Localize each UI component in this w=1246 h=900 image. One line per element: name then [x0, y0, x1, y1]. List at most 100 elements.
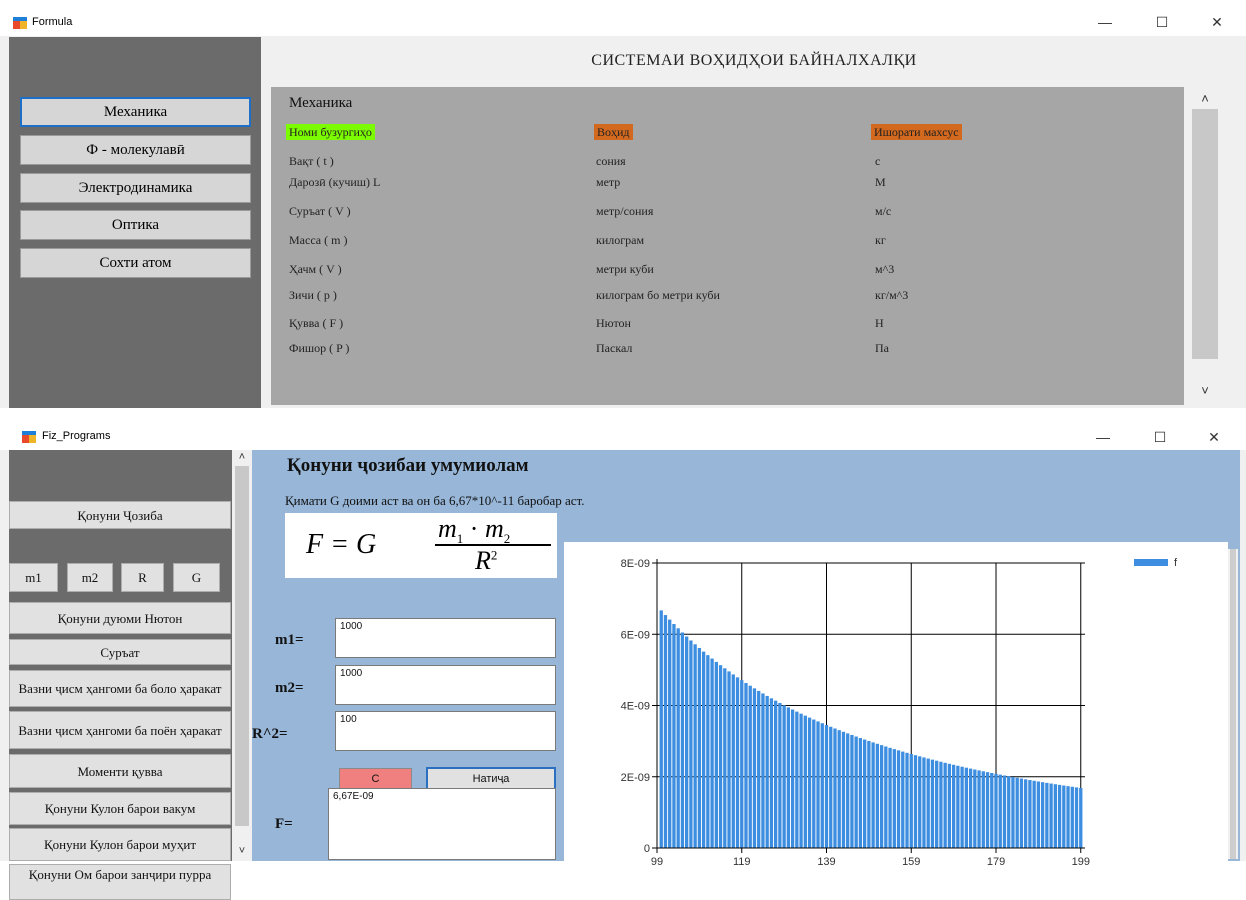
unit-symbol: кг/м^3	[875, 288, 909, 302]
nav-optics-button[interactable]: Оптика	[20, 210, 251, 240]
gravitation-formula: F = G m1 · m2 R2	[285, 513, 557, 578]
m2-input[interactable]: 1000	[335, 665, 556, 705]
bar	[939, 761, 943, 848]
minimize-button[interactable]: —	[1084, 10, 1126, 38]
window-title: Fiz_Programs	[42, 430, 111, 442]
weight-up-button[interactable]: Вазни ҷисм ҳангоми ба боло ҳаракат	[9, 670, 231, 707]
maximize-button[interactable]: ☐	[1141, 10, 1183, 38]
nav-electrodynamics-button[interactable]: Электродинамика	[20, 173, 251, 203]
bar	[841, 731, 846, 848]
bar	[727, 671, 731, 848]
r2-input[interactable]: 100	[335, 711, 556, 751]
bar	[981, 771, 985, 848]
bar	[685, 636, 689, 848]
bar	[740, 680, 744, 848]
bar	[905, 752, 909, 848]
bar	[752, 688, 757, 848]
bar	[837, 730, 841, 848]
app-icon	[22, 431, 36, 443]
r-button[interactable]: R	[121, 563, 164, 592]
bar	[710, 658, 714, 848]
coulomb-vacuum-button[interactable]: Қонуни Кулон барои вакум	[9, 792, 231, 825]
m2-button[interactable]: m2	[67, 563, 113, 592]
scroll-down-icon[interactable]: ˅	[232, 845, 252, 857]
bar	[1079, 787, 1083, 848]
app-icon	[13, 17, 27, 29]
scroll-thumb[interactable]	[1192, 109, 1218, 359]
bar	[922, 757, 926, 848]
gravitation-law-button[interactable]: Қонуни Ҷозиба	[9, 501, 231, 529]
x-tick-label: 119	[733, 856, 751, 868]
bar	[1032, 780, 1036, 848]
bar	[918, 756, 922, 848]
bar	[824, 725, 829, 848]
scroll-up-icon[interactable]: ˄	[232, 451, 252, 463]
nav-atom-button[interactable]: Сохти атом	[20, 248, 251, 278]
ohm-full-circuit-button[interactable]: Қонуни Ом барои занҷири пурра	[9, 864, 231, 900]
newton-second-law-button[interactable]: Қонуни дуюми Нютон	[9, 602, 231, 634]
bar	[693, 644, 697, 848]
m1-button[interactable]: m1	[9, 563, 58, 592]
close-button[interactable]: ✕	[1196, 10, 1238, 38]
clear-button[interactable]: C	[339, 768, 412, 790]
quantity-name: Масса ( m )	[289, 233, 348, 247]
bar	[723, 668, 727, 848]
bar	[850, 734, 854, 848]
unit-symbol: с	[875, 154, 881, 168]
m1-input[interactable]: 1000	[335, 618, 556, 658]
unit-symbol: кг	[875, 233, 886, 247]
minimize-button[interactable]: —	[1082, 420, 1124, 448]
close-button[interactable]: ✕	[1193, 420, 1235, 448]
y-tick-label: 6E-09	[621, 629, 650, 641]
bar	[731, 674, 735, 848]
weight-down-button[interactable]: Вазни ҷисм ҳангоми ба поён ҳаракат	[9, 711, 231, 749]
bar	[1007, 776, 1011, 848]
bar	[744, 682, 748, 848]
bar	[913, 755, 918, 848]
bar	[672, 624, 676, 848]
unit-name: килограм бо метри куби	[596, 288, 720, 302]
quantity-name: Фишор ( P )	[289, 341, 350, 355]
bar	[807, 717, 812, 848]
bar	[1066, 786, 1070, 848]
force-chart-svg: 0 2E-09 4E-09 6E-09 8E-09 99 119 139 159 179 199 f	[621, 557, 1178, 868]
bar	[1019, 778, 1024, 848]
bar	[943, 762, 947, 848]
x-tick-label: 139	[817, 856, 835, 868]
bar	[985, 772, 990, 848]
f-result-output[interactable]: 6,67E-09	[328, 788, 556, 860]
formula-numerator: m1 · m2	[438, 514, 511, 547]
sidebar-scroll-thumb[interactable]	[235, 466, 249, 826]
unit-name: Нютон	[596, 316, 631, 330]
bar	[990, 773, 994, 848]
bar	[858, 738, 863, 848]
quantity-name: Зичи ( р )	[289, 288, 337, 302]
bar	[761, 693, 765, 848]
quantity-name: Ҳачм ( V )	[289, 262, 342, 276]
g-button[interactable]: G	[173, 563, 220, 592]
page-title: Қонуни ҷозибаи умумиолам	[287, 455, 529, 476]
scroll-up-icon[interactable]: ˄	[1184, 91, 1226, 106]
force-moment-button[interactable]: Моменти қувва	[9, 754, 231, 788]
sidebar-scrollbar[interactable]: ˄ ˅	[232, 450, 252, 861]
formula-titlebar: Formula — ☐ ✕	[0, 10, 1246, 36]
bar	[799, 713, 803, 848]
unit-name: метр/сония	[596, 204, 654, 218]
chart-scrollbar[interactable]	[1228, 549, 1238, 859]
chart-scroll-thumb[interactable]	[1230, 549, 1236, 859]
scroll-down-icon[interactable]: ˅	[1184, 383, 1226, 398]
bar	[689, 640, 693, 848]
quantity-name: Қувва ( F )	[289, 316, 344, 330]
coulomb-medium-button[interactable]: Қонуни Кулон барои муҳит	[9, 828, 231, 861]
velocity-button[interactable]: Суръат	[9, 639, 231, 665]
nav-molecular-button[interactable]: Ф - молекулавӣ	[20, 135, 251, 165]
legend-swatch	[1134, 559, 1168, 566]
panel-scrollbar[interactable]: ˄ ˅	[1184, 87, 1226, 405]
maximize-button[interactable]: ☐	[1139, 420, 1181, 448]
bar	[706, 655, 710, 848]
nav-mechanics-button[interactable]: Механика	[20, 97, 251, 127]
bar	[680, 632, 685, 848]
bar	[973, 769, 977, 848]
bar	[901, 751, 905, 848]
bar	[663, 615, 668, 848]
